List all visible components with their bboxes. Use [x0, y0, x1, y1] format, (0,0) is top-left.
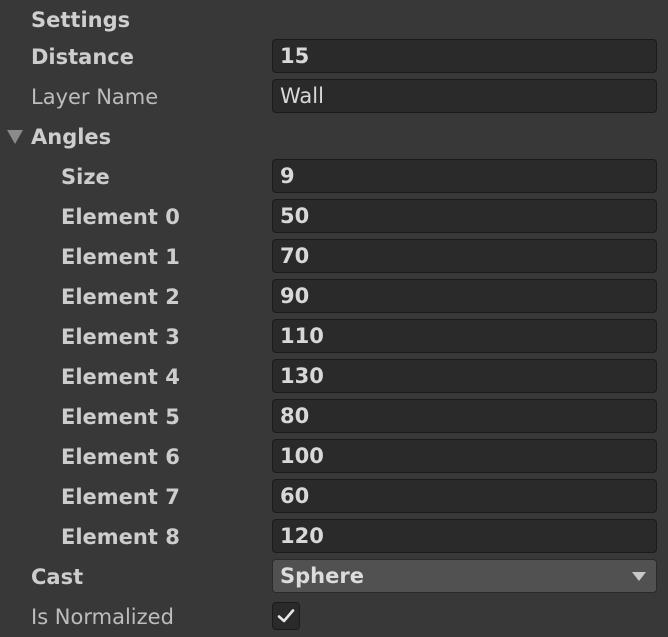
angles-label[interactable]: Angles — [31, 117, 111, 157]
is-normalized-label: Is Normalized — [31, 605, 174, 629]
array-element-field[interactable]: 110 — [272, 319, 657, 353]
layer-name-field[interactable]: Wall — [272, 79, 657, 113]
array-element-row: Element 4 130 — [0, 357, 668, 397]
angles-size-field[interactable]: 9 — [272, 159, 657, 193]
array-element-row: Element 1 70 — [0, 237, 668, 277]
distance-row: Distance 15 — [0, 37, 668, 77]
distance-label: Distance — [31, 45, 134, 69]
array-element-field[interactable]: 130 — [272, 359, 657, 393]
array-element-row: Element 2 90 — [0, 277, 668, 317]
array-element-row: Element 6 100 — [0, 437, 668, 477]
array-element-row: Element 7 60 — [0, 477, 668, 517]
layer-name-label: Layer Name — [31, 85, 159, 109]
angles-size-label: Size — [61, 165, 110, 189]
angles-size-row: Size 9 — [0, 157, 668, 197]
triangle-down-icon[interactable] — [7, 130, 23, 144]
array-element-label: Element 1 — [61, 245, 180, 269]
array-element-label: Element 3 — [61, 325, 180, 349]
array-element-label: Element 0 — [61, 205, 180, 229]
cast-dropdown[interactable]: Sphere — [272, 559, 657, 593]
angles-foldout-row[interactable]: Angles — [0, 117, 668, 157]
array-element-field[interactable]: 50 — [272, 199, 657, 233]
layer-name-row: Layer Name Wall — [0, 77, 668, 117]
array-element-field[interactable]: 100 — [272, 439, 657, 473]
is-normalized-row: Is Normalized — [0, 597, 668, 637]
distance-field[interactable]: 15 — [272, 39, 657, 73]
array-element-field[interactable]: 120 — [272, 519, 657, 553]
array-element-row: Element 5 80 — [0, 397, 668, 437]
settings-header-row: Settings — [0, 0, 668, 40]
array-element-field[interactable]: 90 — [272, 279, 657, 313]
settings-header: Settings — [31, 8, 131, 32]
array-element-label: Element 5 — [61, 405, 180, 429]
checkmark-icon — [277, 609, 295, 623]
array-element-label: Element 4 — [61, 365, 180, 389]
array-element-label: Element 8 — [61, 525, 180, 549]
array-element-label: Element 7 — [61, 485, 180, 509]
array-element-row: Element 8 120 — [0, 517, 668, 557]
is-normalized-checkbox[interactable] — [272, 602, 300, 630]
array-element-field[interactable]: 80 — [272, 399, 657, 433]
array-element-row: Element 0 50 — [0, 197, 668, 237]
inspector-panel: Settings Distance 15 Layer Name Wall Ang… — [0, 0, 668, 636]
cast-row: Cast Sphere — [0, 557, 668, 597]
caret-down-icon — [632, 572, 646, 581]
array-element-field[interactable]: 60 — [272, 479, 657, 513]
array-element-row: Element 3 110 — [0, 317, 668, 357]
cast-selected-value: Sphere — [280, 564, 364, 588]
cast-label: Cast — [31, 565, 84, 589]
array-element-label: Element 6 — [61, 445, 180, 469]
array-element-field[interactable]: 70 — [272, 239, 657, 273]
array-element-label: Element 2 — [61, 285, 180, 309]
